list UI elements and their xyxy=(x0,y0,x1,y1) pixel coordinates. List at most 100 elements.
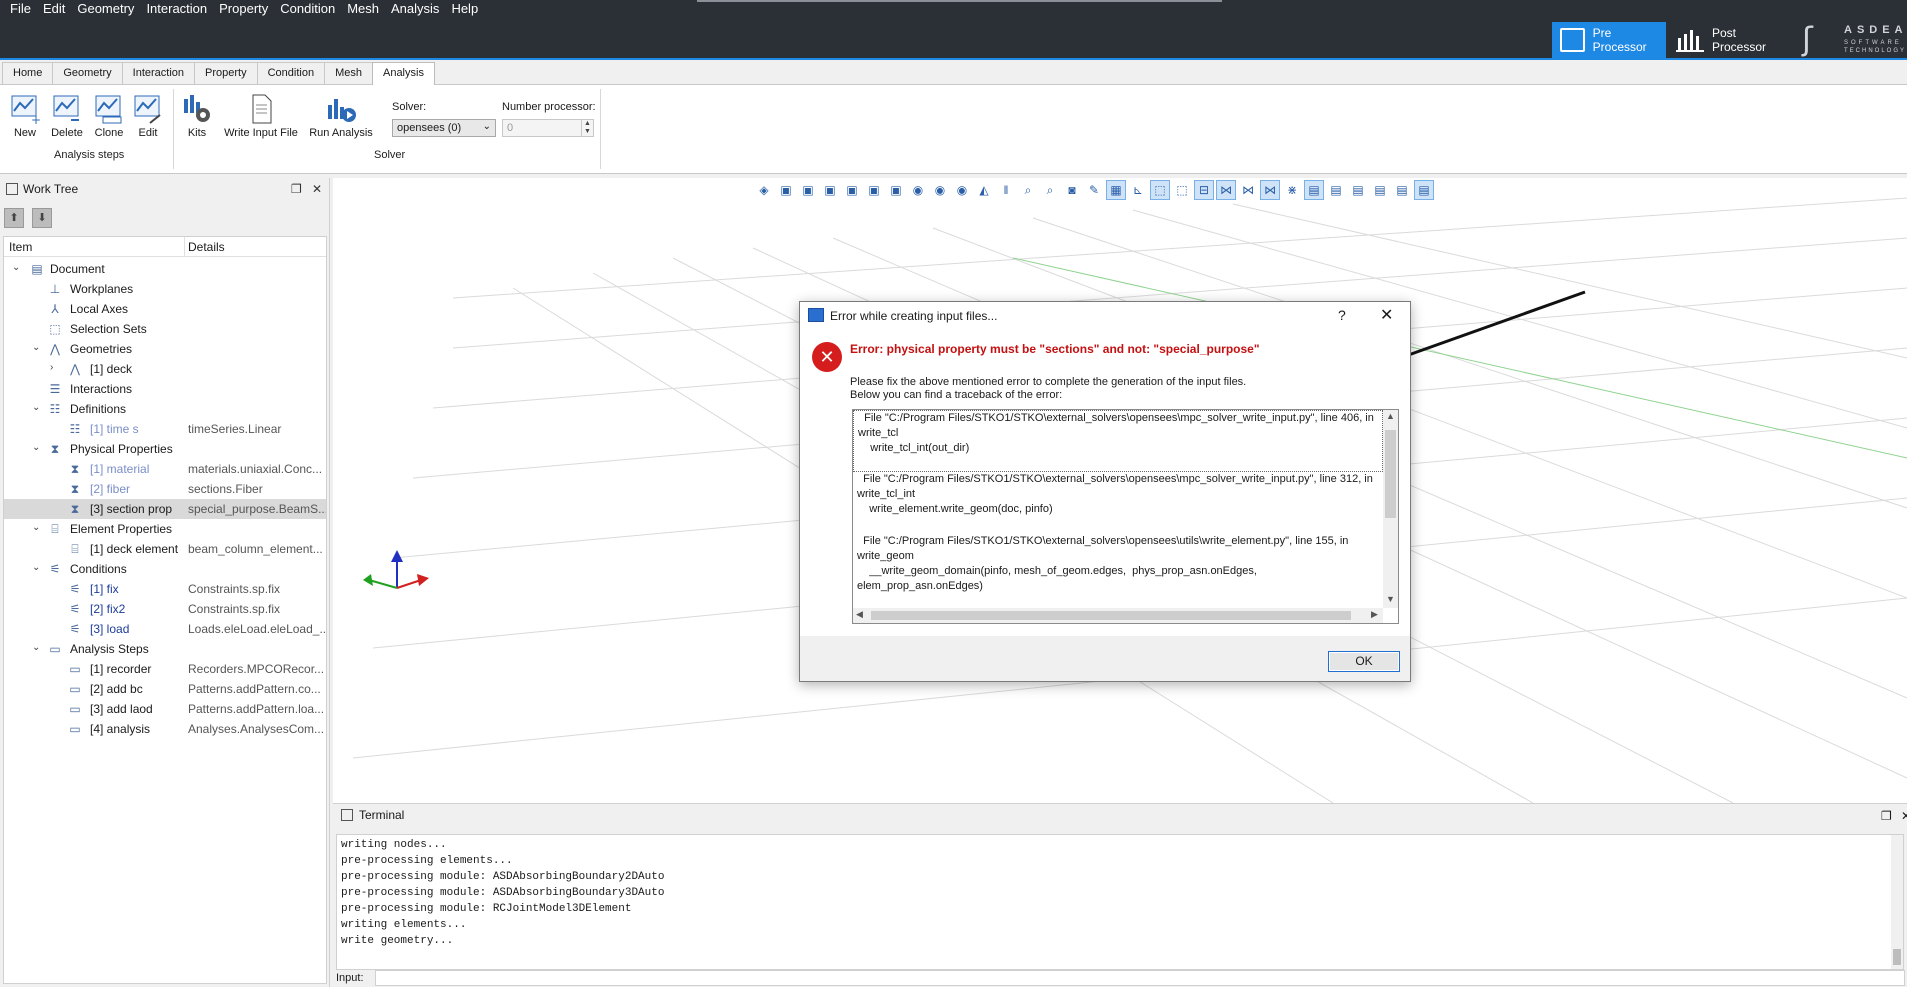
mesh-shade-icon[interactable]: ⋈ xyxy=(1238,180,1258,200)
tree-item-load[interactable]: ⚟ [3] load Loads.eleLoad.eleLoad_... xyxy=(4,619,326,639)
float-panel-icon[interactable]: ❐ xyxy=(1881,809,1892,823)
tree-item-fix2[interactable]: ⚟ [2] fix2 Constraints.sp.fix xyxy=(4,599,326,619)
float-panel-icon[interactable]: ❐ xyxy=(291,182,302,196)
grid-toggle-icon[interactable]: ▦ xyxy=(1106,180,1126,200)
menu-condition[interactable]: Condition xyxy=(274,0,341,18)
view-left-icon[interactable]: ▣ xyxy=(820,180,840,200)
tree-item-workplanes[interactable]: ⊥ Workplanes xyxy=(4,279,326,299)
delete-analysis-step-button[interactable]: Delete xyxy=(48,93,86,139)
layer-5-icon[interactable]: ▤ xyxy=(1392,180,1412,200)
tree-item-recorder[interactable]: ▭ [1] recorder Recorders.MPCORecor... xyxy=(4,659,326,679)
vertical-scrollbar[interactable]: ▲ ▼ xyxy=(1383,410,1398,608)
perspective-icon[interactable]: ◭ xyxy=(974,180,994,200)
tree-item-selection-sets[interactable]: ⬚ Selection Sets xyxy=(4,319,326,339)
close-icon[interactable]: ✕ xyxy=(1380,305,1393,325)
eye-icon[interactable]: ◉ xyxy=(908,180,928,200)
tree-item-definitions[interactable]: ⌄ ☷ Definitions xyxy=(4,399,326,419)
tree-item-material[interactable]: ⧗ [1] material materials.uniaxial.Conc... xyxy=(4,459,326,479)
filter-icon[interactable]: ⊟ xyxy=(1194,180,1214,200)
tree-item-deck[interactable]: › ⋀ [1] deck xyxy=(4,359,326,379)
tree-item-add-laod[interactable]: ▭ [3] add laod Patterns.addPattern.loa... xyxy=(4,699,326,719)
view-front-icon[interactable]: ▣ xyxy=(776,180,796,200)
menu-help[interactable]: Help xyxy=(445,0,484,18)
scroll-right-icon[interactable]: ▶ xyxy=(1371,609,1378,620)
view-bottom-icon[interactable]: ▣ xyxy=(886,180,906,200)
eye-hide-icon[interactable]: ◉ xyxy=(952,180,972,200)
menu-file[interactable]: File xyxy=(4,0,37,18)
vertical-scrollbar[interactable] xyxy=(1891,835,1903,969)
scroll-up-icon[interactable]: ▲ xyxy=(1386,411,1395,421)
eye-show-icon[interactable]: ◉ xyxy=(930,180,950,200)
tree-item-section-prop[interactable]: ⧗ [3] section prop special_purpose.BeamS..… xyxy=(4,499,326,519)
zoom-icon[interactable]: ⌕ xyxy=(1040,180,1060,200)
selection-mode-icon[interactable]: ⬚ xyxy=(1172,180,1192,200)
tab-home[interactable]: Home xyxy=(2,62,54,84)
menu-mesh[interactable]: Mesh xyxy=(341,0,385,18)
traceback-item[interactable]: File "C:/Program Files/STKO1/STKO\extern… xyxy=(853,472,1383,534)
stepper-arrows-icon[interactable]: ▲ ▼ xyxy=(581,120,593,136)
kits-button[interactable]: Kits xyxy=(180,93,214,139)
tree-item-local-axes[interactable]: ⅄ Local Axes xyxy=(4,299,326,319)
solver-select[interactable]: opensees (0) ⌄ xyxy=(392,119,496,137)
terminal-output[interactable]: writing nodes... pre-processing elements… xyxy=(336,834,1904,970)
menu-property[interactable]: Property xyxy=(213,0,274,18)
view-back-icon[interactable]: ▣ xyxy=(798,180,818,200)
layer-4-icon[interactable]: ▤ xyxy=(1370,180,1390,200)
menu-interaction[interactable]: Interaction xyxy=(140,0,213,18)
column-header-details[interactable]: Details xyxy=(188,240,225,254)
tab-geometry[interactable]: Geometry xyxy=(52,62,123,84)
node-icon[interactable]: ⋇ xyxy=(1282,180,1302,200)
column-header-item[interactable]: Item xyxy=(9,240,32,254)
traceback-item[interactable]: File "C:/Program Files/STKO1/STKO\extern… xyxy=(853,410,1383,472)
layer-3-icon[interactable]: ▤ xyxy=(1348,180,1368,200)
scroll-down-icon[interactable]: ▼ xyxy=(1386,594,1395,604)
horizontal-scrollbar[interactable]: ◀ ▶ xyxy=(853,608,1383,623)
scroll-left-icon[interactable]: ◀ xyxy=(856,609,863,620)
selection-box-icon[interactable]: ⬚ xyxy=(1150,180,1170,200)
clone-analysis-step-button[interactable]: Clone xyxy=(92,93,126,139)
tree-item-physical-properties[interactable]: ⌄ ⧗ Physical Properties xyxy=(4,439,326,459)
view-iso-icon[interactable]: ◈ xyxy=(754,180,774,200)
layer-6-icon[interactable]: ▤ xyxy=(1414,180,1434,200)
edit-analysis-step-button[interactable]: Edit xyxy=(132,93,164,139)
tree-item-fix[interactable]: ⚟ [1] fix Constraints.sp.fix xyxy=(4,579,326,599)
post-processor-button[interactable]: Post Processor xyxy=(1668,22,1782,58)
tab-analysis[interactable]: Analysis xyxy=(371,62,435,85)
close-panel-icon[interactable]: ✕ xyxy=(1901,809,1907,823)
menu-analysis[interactable]: Analysis xyxy=(385,0,445,18)
tree-item-interactions[interactable]: ☰ Interactions xyxy=(4,379,326,399)
tree-item-fiber[interactable]: ⧗ [2] fiber sections.Fiber xyxy=(4,479,326,499)
mesh-view-icon[interactable]: ⋈ xyxy=(1216,180,1236,200)
traceback-list[interactable]: File "C:/Program Files/STKO1/STKO\extern… xyxy=(852,409,1399,624)
mesh-edge-icon[interactable]: ⋈ xyxy=(1260,180,1280,200)
tree-item-analysis[interactable]: ▭ [4] analysis Analyses.AnalysesCom... xyxy=(4,719,326,739)
tree-item-add-bc[interactable]: ▭ [2] add bc Patterns.addPattern.co... xyxy=(4,679,326,699)
view-top-icon[interactable]: ▣ xyxy=(864,180,884,200)
ok-button[interactable]: OK xyxy=(1328,651,1400,672)
traceback-item[interactable]: File "C:/Program Files/STKO1/STKO\extern… xyxy=(853,534,1383,606)
close-panel-icon[interactable]: ✕ xyxy=(312,182,322,196)
tree-item-element-properties[interactable]: ⌄ ⌸ Element Properties xyxy=(4,519,326,539)
terminal-input[interactable] xyxy=(375,970,1905,986)
menu-geometry[interactable]: Geometry xyxy=(71,0,140,18)
axes-toggle-icon[interactable]: ⊾ xyxy=(1128,180,1148,200)
number-processor-stepper[interactable]: 0 ▲ ▼ xyxy=(502,119,594,137)
run-analysis-button[interactable]: Run Analysis xyxy=(308,93,374,139)
tree-item-analysis-steps[interactable]: ⌄ ▭ Analysis Steps xyxy=(4,639,326,659)
layer-2-icon[interactable]: ▤ xyxy=(1326,180,1346,200)
new-analysis-step-button[interactable]: + New xyxy=(8,93,42,139)
parallel-icon[interactable]: ‖ xyxy=(996,180,1016,200)
tab-interaction[interactable]: Interaction xyxy=(121,62,196,84)
tree-item-time-series[interactable]: ☷ [1] time s timeSeries.Linear xyxy=(4,419,326,439)
move-down-button[interactable]: ⬇ xyxy=(32,208,52,228)
tree-item-conditions[interactable]: ⌄ ⚟ Conditions xyxy=(4,559,326,579)
move-up-button[interactable]: ⬆ xyxy=(4,208,24,228)
layer-1-icon[interactable]: ▤ xyxy=(1304,180,1324,200)
pre-processor-button[interactable]: Pre Processor xyxy=(1552,22,1666,58)
brush-icon[interactable]: ✎ xyxy=(1084,180,1104,200)
tab-mesh[interactable]: Mesh xyxy=(324,62,373,84)
screenshot-icon[interactable]: ◙ xyxy=(1062,180,1082,200)
help-icon[interactable]: ? xyxy=(1338,307,1346,323)
view-right-icon[interactable]: ▣ xyxy=(842,180,862,200)
tab-condition[interactable]: Condition xyxy=(256,62,326,84)
